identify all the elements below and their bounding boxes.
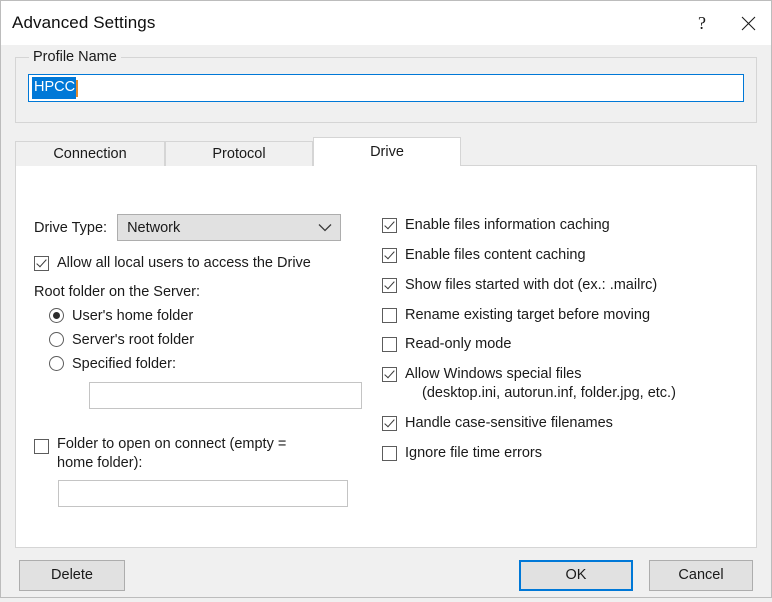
folder-on-connect-block: Folder to open on connect (empty = home …	[34, 435, 379, 507]
text-caret	[76, 79, 79, 97]
checkbox-label: Show files started with dot (ex.: .mailr…	[405, 276, 658, 293]
drive-type-label: Drive Type:	[34, 219, 108, 236]
profile-name-value: HPCC	[32, 77, 77, 99]
checkbox-read-only-mode[interactable]: Read-only mode	[382, 335, 752, 354]
folder-on-connect-label: Folder to open on connect (empty = home …	[57, 435, 286, 473]
checkbox-enable-files-content-caching[interactable]: Enable files content caching	[382, 246, 752, 265]
checkbox-label: Enable files content caching	[405, 246, 586, 263]
drive-type-row: Drive Type: Network	[34, 214, 379, 241]
checkbox-ignore-file-time-errors[interactable]: Ignore file time errors	[382, 444, 752, 463]
drive-tab-panel: Drive Type: Network Allow all local user…	[15, 165, 757, 548]
checkbox-label: Enable files information caching	[405, 217, 610, 233]
drive-type-value: Network	[127, 219, 181, 236]
root-folder-radio-group: User's home folder Server's root folder …	[49, 308, 379, 409]
radio-specified-folder-label: Specified folder:	[72, 355, 176, 372]
dialog-body: Profile Name HPCC Connection Protocol Dr…	[1, 45, 771, 602]
radio-servers-root-folder[interactable]: Server's root folder	[49, 332, 379, 348]
checkbox-unchecked-icon	[34, 438, 49, 454]
allow-all-local-users-checkbox[interactable]: Allow all local users to access the Driv…	[34, 254, 379, 273]
folder-on-connect-checkbox[interactable]: Folder to open on connect (empty = home …	[34, 435, 379, 473]
checkbox-rename-existing-target-before-moving[interactable]: Rename existing target before moving	[382, 306, 752, 325]
checkbox-unchecked-icon	[382, 307, 397, 323]
radio-unselected-icon	[49, 332, 64, 348]
tab-drive[interactable]: Drive	[313, 137, 461, 166]
checkbox-checked-icon	[34, 256, 49, 271]
checkbox-show-files-started-with-dot[interactable]: Show files started with dot (ex.: .mailr…	[382, 276, 752, 295]
root-folder-label: Root folder on the Server:	[34, 283, 201, 300]
radio-users-home-folder[interactable]: User's home folder	[49, 308, 379, 324]
window-title: Advanced Settings	[12, 13, 156, 32]
drive-right-column: Enable files information caching Enable …	[382, 216, 752, 474]
dialog-footer: Delete OK Cancel	[1, 548, 771, 602]
question-mark-icon: ?	[698, 13, 706, 33]
delete-button[interactable]: Delete	[19, 559, 125, 591]
checkbox-checked-icon	[382, 367, 397, 383]
active-tab-seam	[314, 165, 460, 167]
checkbox-allow-windows-special-files[interactable]: Allow Windows special files (desktop.ini…	[382, 365, 752, 403]
checkbox-enable-files-information-caching[interactable]: Enable files information caching	[382, 216, 752, 235]
radio-specified-folder[interactable]: Specified folder:	[49, 356, 379, 372]
tab-strip: Connection Protocol Drive	[15, 137, 757, 166]
chevron-down-icon	[318, 224, 332, 232]
title-bar-buttons: ?	[679, 1, 771, 45]
tab-protocol[interactable]: Protocol	[165, 141, 313, 166]
checkbox-label: Ignore file time errors	[405, 444, 542, 461]
checkbox-unchecked-icon	[382, 445, 397, 461]
footer-right-buttons: OK Cancel	[519, 559, 753, 591]
profile-name-groupbox: Profile Name HPCC	[15, 49, 757, 123]
title-bar: Advanced Settings ?	[1, 1, 771, 45]
checkbox-label-line2: (desktop.ini, autorun.inf, folder.jpg, e…	[422, 385, 676, 402]
checkbox-unchecked-icon	[382, 337, 397, 353]
checkbox-label: Read-only mode	[405, 336, 512, 353]
checkbox-handle-case-sensitive-filenames[interactable]: Handle case-sensitive filenames	[382, 414, 752, 433]
drive-left-column: Drive Type: Network Allow all local user…	[34, 214, 379, 507]
radio-selected-icon	[49, 308, 64, 324]
checkbox-label: Handle case-sensitive filenames	[405, 414, 613, 431]
profile-name-input[interactable]: HPCC	[28, 74, 744, 102]
profile-name-legend: Profile Name	[29, 49, 121, 65]
folder-on-connect-input[interactable]	[58, 479, 348, 507]
checkbox-checked-icon	[382, 277, 397, 293]
checkbox-checked-icon	[382, 247, 397, 263]
ok-button[interactable]: OK	[519, 559, 633, 591]
folder-on-connect-label-line1: Folder to open on connect (empty =	[57, 435, 287, 452]
checkbox-checked-icon	[382, 415, 397, 431]
cancel-button[interactable]: Cancel	[649, 559, 753, 591]
close-button[interactable]	[725, 1, 771, 45]
checkbox-label: Rename existing target before moving	[405, 306, 651, 323]
help-button[interactable]: ?	[679, 1, 725, 45]
radio-unselected-icon	[49, 356, 64, 372]
drive-type-select[interactable]: Network	[117, 214, 342, 241]
advanced-settings-dialog: Advanced Settings ? Profile Name HPCC Co…	[0, 0, 772, 598]
checkbox-checked-icon	[382, 218, 397, 233]
tab-connection[interactable]: Connection	[15, 141, 165, 166]
radio-users-home-folder-label: User's home folder	[72, 307, 194, 324]
folder-on-connect-label-line2: home folder):	[57, 454, 143, 471]
radio-servers-root-folder-label: Server's root folder	[72, 331, 195, 348]
close-icon	[741, 16, 755, 30]
checkbox-label-line1: Allow Windows special files	[405, 366, 582, 383]
allow-all-local-users-label: Allow all local users to access the Driv…	[57, 255, 311, 271]
specified-folder-input[interactable]	[89, 381, 362, 409]
checkbox-label: Allow Windows special files (desktop.ini…	[405, 365, 676, 403]
